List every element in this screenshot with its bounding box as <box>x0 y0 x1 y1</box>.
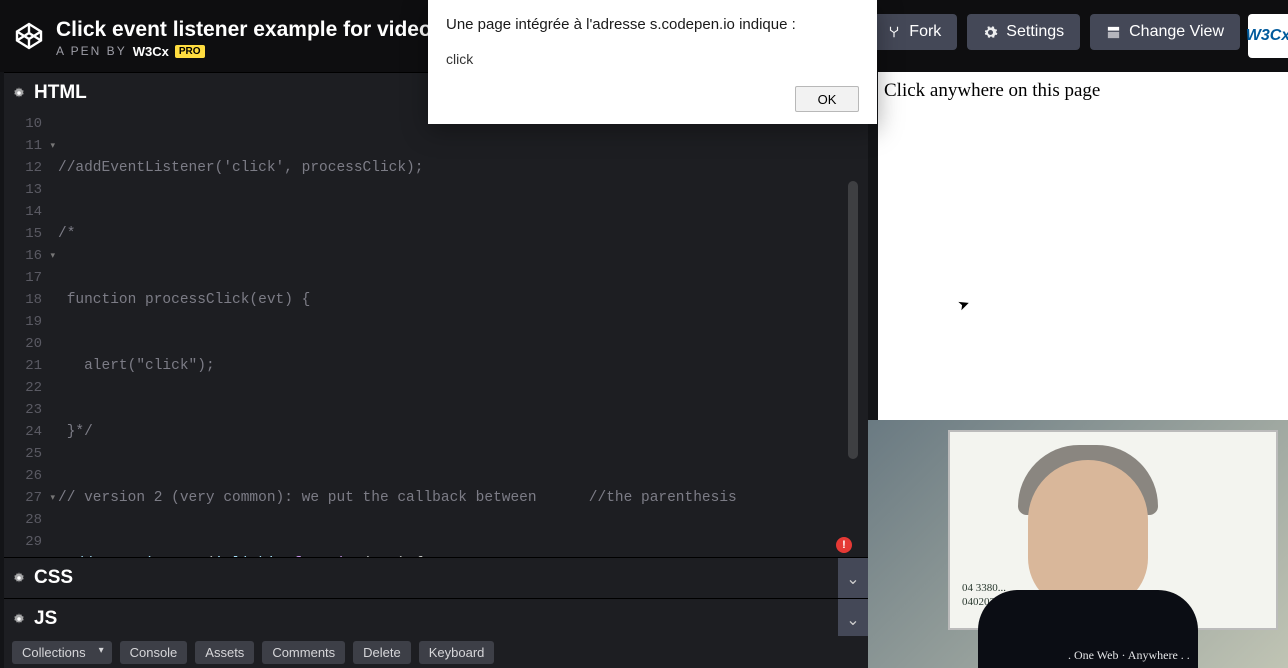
codepen-logo-icon[interactable] <box>12 19 46 53</box>
person-head <box>1028 460 1148 610</box>
change-view-label: Change View <box>1129 23 1224 41</box>
pen-title[interactable]: Click event listener example for video <box>56 18 432 42</box>
pen-by-label: A PEN BY <box>56 44 127 58</box>
js-panel-header[interactable]: JS ⌄ <box>4 598 868 639</box>
gear-icon <box>983 25 998 40</box>
settings-label: Settings <box>1006 23 1064 41</box>
pen-author[interactable]: W3Cx <box>133 44 169 59</box>
fork-icon <box>887 25 901 39</box>
fork-button[interactable]: Fork <box>871 14 957 50</box>
css-panel-header[interactable]: CSS ⌄ <box>4 557 868 598</box>
assets-button[interactable]: Assets <box>195 641 254 664</box>
css-panel-title: CSS <box>34 567 73 589</box>
code-lines[interactable]: //addEventListener('click', processClick… <box>58 113 737 557</box>
html-panel-title: HTML <box>34 82 87 104</box>
editor-column: HTML 10 11 12 13 14 15 16 17 18 19 20 21… <box>4 72 868 668</box>
keyboard-button[interactable]: Keyboard <box>419 641 495 664</box>
gear-icon[interactable] <box>4 612 34 626</box>
change-view-button[interactable]: Change View <box>1090 14 1240 50</box>
gear-icon[interactable] <box>4 86 34 100</box>
chevron-down-icon[interactable]: ⌄ <box>838 558 868 599</box>
scrollbar-thumb[interactable] <box>848 181 858 459</box>
layout-icon <box>1106 25 1121 40</box>
code-editor[interactable]: 10 11 12 13 14 15 16 17 18 19 20 21 22 2… <box>4 113 868 557</box>
dialog-message: click <box>446 51 859 67</box>
alert-dialog: Une page intégrée à l'adresse s.codepen.… <box>428 0 877 124</box>
error-indicator-icon[interactable]: ! <box>836 537 852 553</box>
pro-badge: PRO <box>175 45 205 58</box>
dialog-title: Une page intégrée à l'adresse s.codepen.… <box>446 16 859 33</box>
shirt-text: . One Web · Anywhere . . <box>1068 648 1190 663</box>
preview-body-text: Click anywhere on this page <box>884 80 1100 101</box>
settings-button[interactable]: Settings <box>967 14 1080 50</box>
line-gutter: 10 11 12 13 14 15 16 17 18 19 20 21 22 2… <box>4 113 50 557</box>
ok-button[interactable]: OK <box>795 86 859 112</box>
chevron-down-icon[interactable]: ⌄ <box>838 599 868 640</box>
delete-button[interactable]: Delete <box>353 641 411 664</box>
profile-chip[interactable]: W3Cx <box>1248 14 1288 58</box>
console-button[interactable]: Console <box>120 641 188 664</box>
gear-icon[interactable] <box>4 571 34 585</box>
preview-pane[interactable]: Click anywhere on this page <box>878 72 1288 452</box>
comments-button[interactable]: Comments <box>262 641 345 664</box>
js-panel-title: JS <box>34 608 57 630</box>
fork-label: Fork <box>909 23 941 41</box>
collections-select[interactable]: Collections <box>12 641 112 664</box>
video-thumbnail[interactable]: 04 3380... 0402030350 . One Web · Anywhe… <box>868 420 1288 668</box>
